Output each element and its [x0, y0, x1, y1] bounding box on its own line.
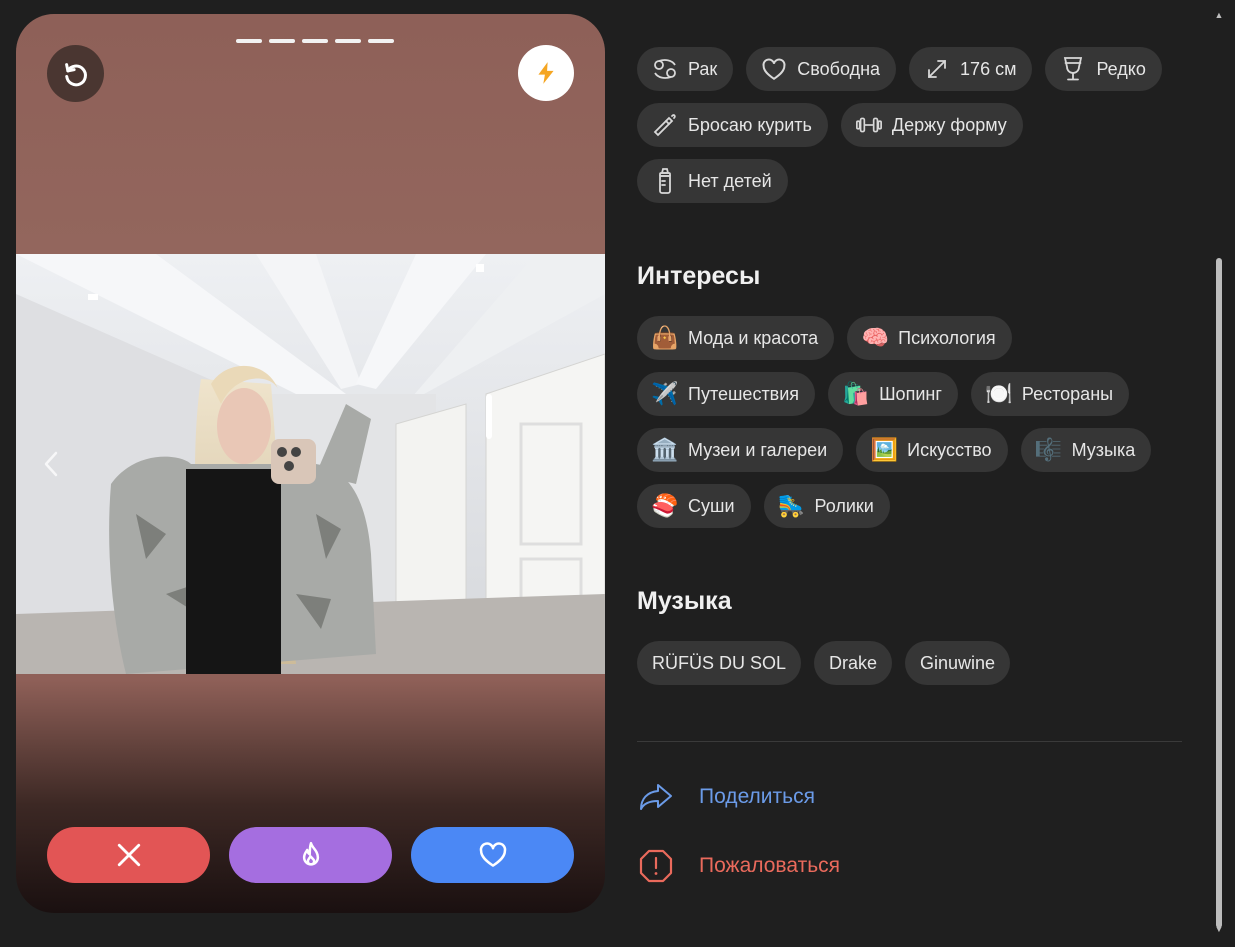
chip-label: Рак [688, 58, 718, 79]
chip-label: Психология [898, 327, 996, 348]
warning-octagon-icon [637, 847, 675, 885]
interest-chip: 🎼 Музыка [1020, 428, 1152, 472]
roller-skate-icon: 🛼 [777, 493, 806, 518]
lightning-icon [538, 62, 554, 84]
heart-icon [479, 842, 506, 867]
report-button[interactable]: Пожаловаться [637, 847, 840, 885]
share-button[interactable]: Поделиться [637, 778, 815, 816]
chip-children: Нет детей [637, 159, 788, 203]
share-label: Поделиться [699, 785, 815, 808]
chip-zodiac: Рак [637, 47, 734, 91]
profile-details-panel: Рак Свободна 176 см Редко Бросаю курить … [637, 0, 1197, 947]
chip-label: 176 см [960, 58, 1017, 79]
chip-label: Мода и красота [688, 327, 819, 348]
chip-label: Музыка [1071, 439, 1136, 460]
undo-button[interactable] [47, 45, 104, 102]
chip-drinking: Редко [1045, 47, 1162, 91]
profile-photo[interactable] [16, 254, 605, 674]
cancer-zodiac-icon [651, 55, 679, 83]
undo-icon [64, 62, 87, 86]
photo-progress-segment[interactable] [236, 39, 262, 43]
interest-chip: 🛼 Ролики [763, 484, 890, 528]
chip-label: Шопинг [879, 383, 942, 404]
photo-progress-segment[interactable] [302, 39, 328, 43]
photo-progress-segment[interactable] [335, 39, 361, 43]
chip-label: Рестораны [1021, 383, 1114, 404]
photo-progress-bar [236, 39, 394, 43]
superlike-button[interactable] [229, 827, 392, 883]
scroll-thumb[interactable] [1216, 258, 1222, 928]
interest-chip: 🍣 Суши [637, 484, 751, 528]
interest-chip: 🖼️ Искусство [856, 428, 1008, 472]
scrollbar[interactable]: ▲ ▼ [1213, 10, 1225, 940]
swipe-actions [47, 827, 574, 883]
interest-chip: 🧠 Психология [847, 316, 1012, 360]
photo-progress-segment[interactable] [368, 39, 394, 43]
music-chips: RÜFÜS DU SOL Drake Ginuwine [637, 641, 1197, 697]
chip-fitness: Держу форму [840, 103, 1023, 147]
brain-icon: 🧠 [861, 325, 889, 350]
chip-label: Путешествия [688, 383, 800, 404]
boost-button[interactable] [518, 45, 574, 101]
framed-picture-icon: 🖼️ [870, 437, 898, 462]
interest-chip: 🍽️ Рестораны [970, 372, 1130, 416]
baby-bottle-icon [651, 167, 679, 195]
artist-chip[interactable]: Drake [814, 641, 893, 685]
chip-label: Держу форму [891, 114, 1007, 135]
chip-label: Бросаю курить [688, 114, 812, 135]
chip-smoking: Бросаю курить [637, 103, 828, 147]
heart-outline-icon [760, 55, 788, 83]
chip-label: Редко [1096, 58, 1146, 79]
about-chips: Рак Свободна 176 см Редко Бросаю курить … [637, 47, 1197, 215]
share-arrow-icon [637, 778, 675, 816]
chip-relationship: Свободна [746, 47, 897, 91]
museum-icon: 🏛️ [651, 437, 679, 462]
chip-label: Ролики [814, 495, 874, 516]
expand-icon [923, 55, 951, 83]
close-icon [117, 843, 140, 867]
chip-label: Музеи и галереи [688, 439, 828, 460]
chip-label: Искусство [907, 439, 992, 460]
chevron-left-icon [44, 451, 58, 477]
scroll-up-arrow-icon[interactable]: ▲ [1213, 10, 1225, 26]
profile-card [16, 14, 605, 913]
interest-chip: 👜 Мода и красота [637, 316, 835, 360]
shopping-bags-icon: 🛍️ [842, 381, 870, 406]
like-button[interactable] [411, 827, 574, 883]
report-label: Пожаловаться [699, 854, 841, 877]
music-title: Музыка [637, 587, 732, 615]
profile-photo-illustration [16, 254, 605, 674]
scroll-down-arrow-icon[interactable]: ▼ [1213, 924, 1225, 940]
sushi-icon: 🍣 [651, 493, 679, 518]
flame-icon [302, 841, 319, 866]
wine-glass-icon [1059, 55, 1087, 83]
artist-chip[interactable]: Ginuwine [905, 641, 1011, 685]
dumbbell-icon [855, 111, 883, 139]
chip-label: Суши [688, 495, 735, 516]
section-divider [637, 741, 1182, 742]
artist-chip[interactable]: RÜFÜS DU SOL [637, 641, 802, 685]
chip-label: Свободна [797, 58, 881, 79]
chip-height: 176 см [909, 47, 1033, 91]
music-score-icon: 🎼 [1034, 437, 1063, 462]
chip-label: Нет детей [688, 170, 772, 191]
interest-chip: ✈️ Путешествия [637, 372, 816, 416]
dislike-button[interactable] [47, 827, 210, 883]
handbag-icon: 👜 [651, 325, 679, 350]
interests-chips: 👜 Мода и красота 🧠 Психология ✈️ Путешестви… [637, 316, 1197, 540]
photo-progress-segment[interactable] [269, 39, 295, 43]
plate-icon: 🍽️ [985, 381, 1013, 406]
airplane-icon: ✈️ [651, 381, 679, 406]
interests-title: Интересы [637, 262, 761, 290]
interest-chip: 🏛️ Музеи и галереи [637, 428, 844, 472]
interest-chip: 🛍️ Шопинг [828, 372, 958, 416]
previous-photo-button[interactable] [36, 444, 66, 484]
cigarette-icon [651, 111, 679, 139]
